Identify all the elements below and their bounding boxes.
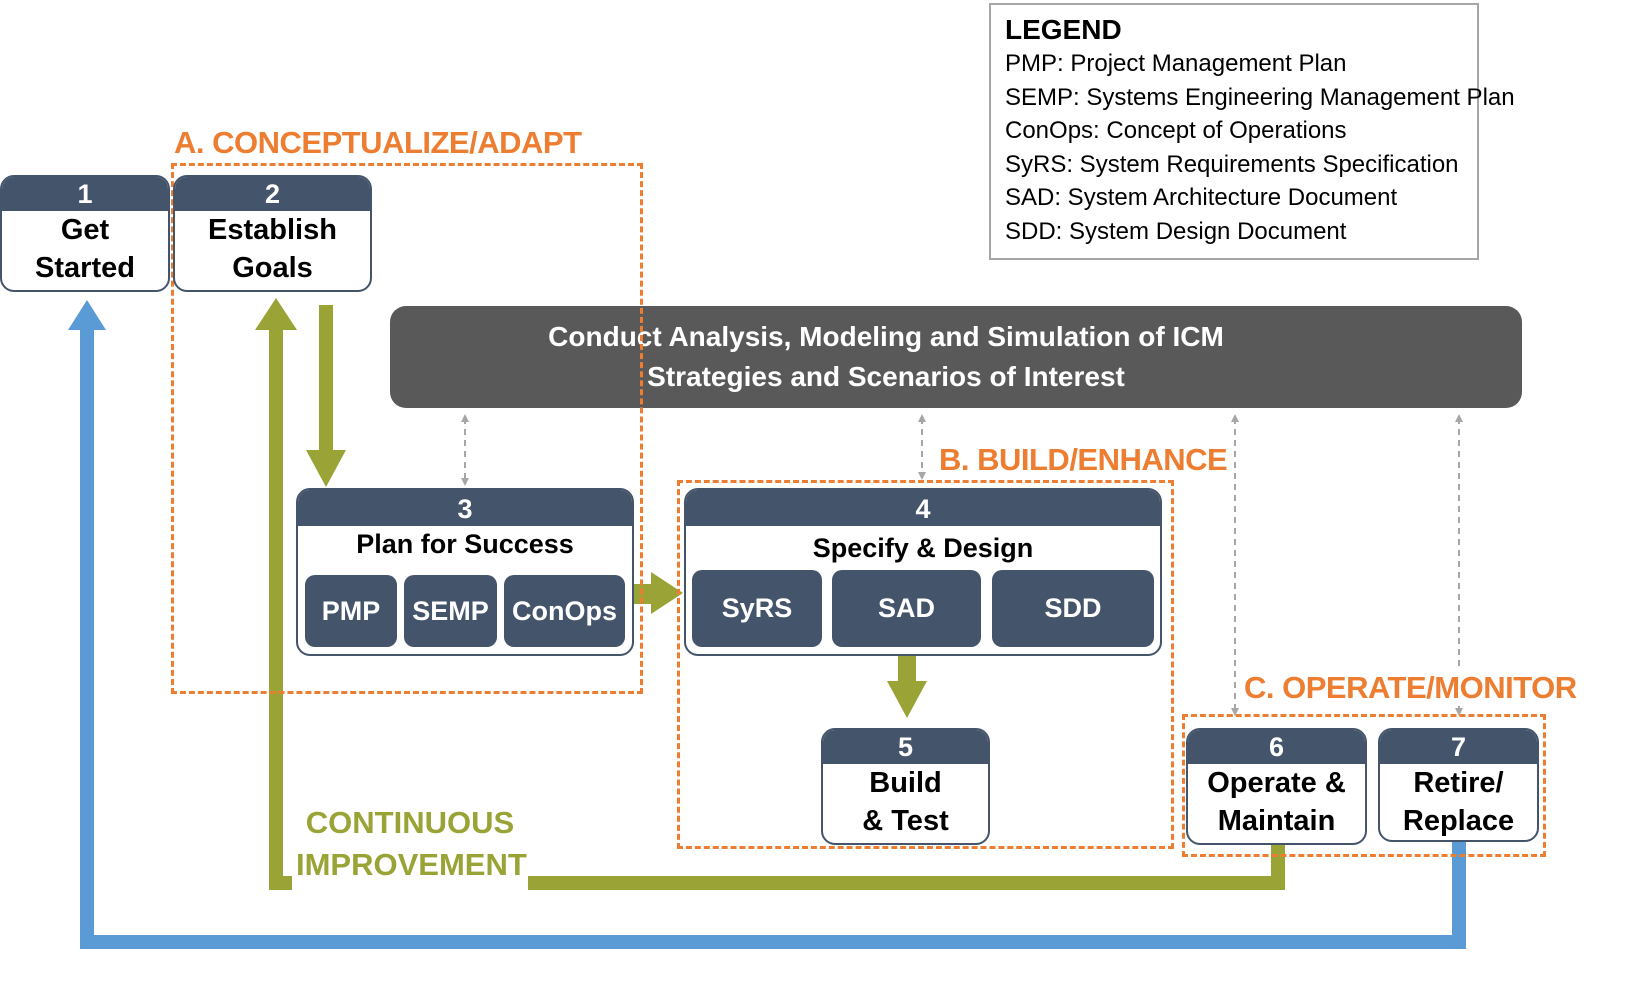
ci-line-2: IMPROVEMENT — [296, 847, 527, 882]
return-arrowhead-icon — [68, 300, 106, 330]
step-label-line-1: Operate & — [1207, 767, 1346, 799]
phase-a-label: A. CONCEPTUALIZE/ADAPT — [170, 125, 586, 161]
step-label-line-1: Build — [869, 767, 942, 799]
step-number: 4 — [686, 490, 1160, 526]
step-label-line-2: Goals — [232, 252, 313, 284]
legend-item: SDD: System Design Document — [1005, 217, 1347, 245]
ci-line-1: CONTINUOUS — [305, 805, 515, 840]
doc-chip-conops: ConOps — [504, 575, 625, 647]
legend-title: LEGEND — [1005, 14, 1122, 45]
phase-b-label: B. BUILD/ENHANCE — [935, 442, 1232, 478]
step-label-line-1: Establish — [208, 214, 337, 246]
legend-item: SAD: System Architecture Document — [1005, 184, 1398, 211]
step-7-retire-replace: 7 Retire/ Replace — [1378, 728, 1539, 842]
step-1-get-started: 1 Get Started — [0, 175, 170, 292]
doc-chip-sad: SAD — [832, 570, 981, 647]
legend-item: SEMP: Systems Engineering Management Pla… — [1005, 83, 1515, 111]
legend-item: SyRS: System Requirements Specification — [1005, 150, 1459, 178]
step-label-line-2: Maintain — [1217, 805, 1336, 837]
doc-chip-sdd: SDD — [992, 570, 1154, 647]
step-label-line-2: & Test — [862, 805, 949, 837]
step-label-line-1: Get — [60, 214, 110, 246]
step-number: 2 — [175, 177, 370, 211]
step-label-line-2: Replace — [1402, 805, 1515, 837]
improvement-loop-line — [528, 845, 1285, 890]
step-label-line-2: Started — [35, 252, 135, 284]
doc-chip-semp: SEMP — [404, 575, 497, 647]
step-number: 1 — [2, 177, 168, 211]
doc-chip-syrs: SyRS — [692, 570, 822, 647]
doc-chip-pmp: PMP — [305, 575, 397, 647]
step-title: Plan for Success — [356, 529, 574, 559]
step-5-build-test: 5 Build & Test — [821, 728, 990, 845]
step-number: 3 — [298, 490, 632, 526]
legend-item: PMP: Project Management Plan — [1005, 50, 1347, 77]
phase-c-label: C. OPERATE/MONITOR — [1240, 670, 1581, 706]
step-number: 6 — [1188, 730, 1365, 764]
legend-box: LEGEND PMP: Project Management Plan SEMP… — [989, 3, 1515, 260]
continuous-improvement-label: CONTINUOUS IMPROVEMENT — [296, 802, 527, 886]
legend-item: ConOps: Concept of Operations — [1005, 117, 1347, 144]
step-2-establish-goals: 2 Establish Goals — [173, 175, 372, 292]
step-title: Specify & Design — [812, 533, 1034, 563]
step-6-operate-maintain: 6 Operate & Maintain — [1186, 728, 1367, 845]
step-label-line-1: Retire/ — [1413, 767, 1504, 799]
step-number: 5 — [823, 730, 988, 764]
step-number: 7 — [1380, 730, 1537, 764]
